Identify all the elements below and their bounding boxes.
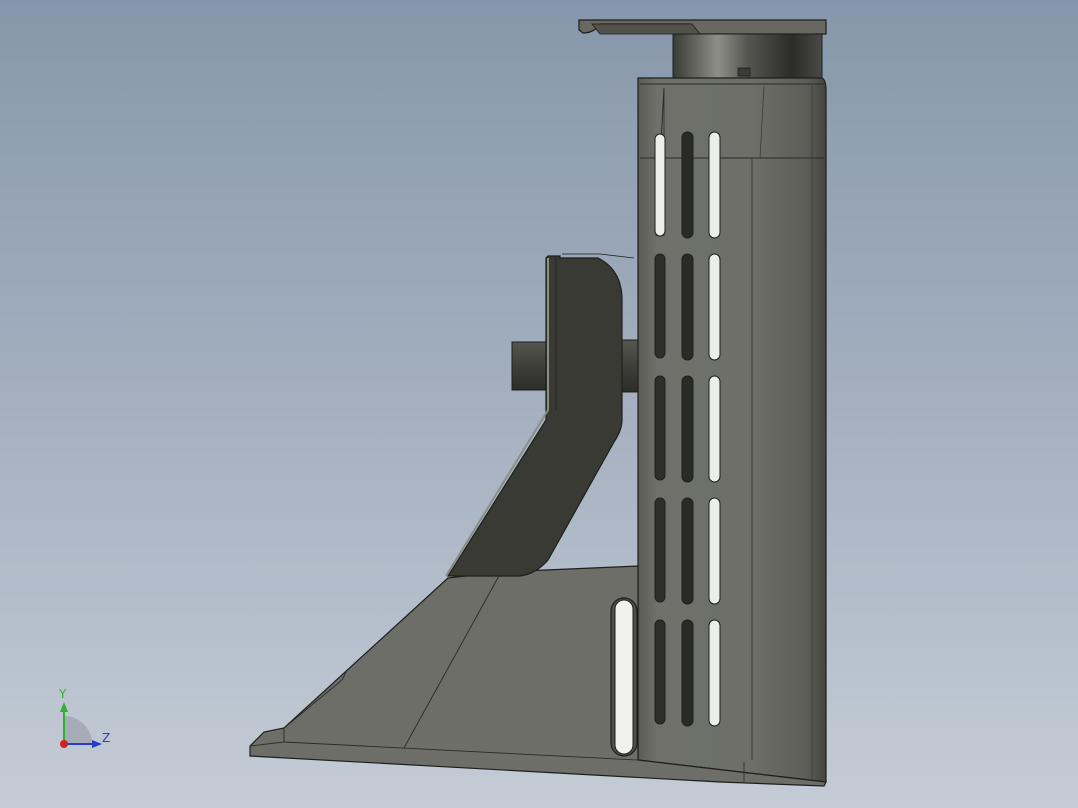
view-orientation-triad[interactable]: Y Z	[50, 684, 120, 756]
top-flange[interactable]	[578, 19, 827, 79]
triad-origin	[60, 740, 68, 748]
y-axis-arrowhead	[60, 702, 68, 712]
latch-plate[interactable]	[445, 253, 639, 577]
tube-slots	[654, 131, 721, 727]
stock-model[interactable]	[0, 0, 1078, 808]
triad-quadrant-arc	[64, 716, 92, 744]
z-axis-arrowhead	[92, 740, 102, 748]
y-axis-label: Y	[59, 687, 67, 701]
z-axis-label: Z	[102, 731, 111, 745]
graphics-viewport[interactable]: Y Z	[0, 0, 1078, 808]
buffer-tube[interactable]	[637, 77, 827, 783]
